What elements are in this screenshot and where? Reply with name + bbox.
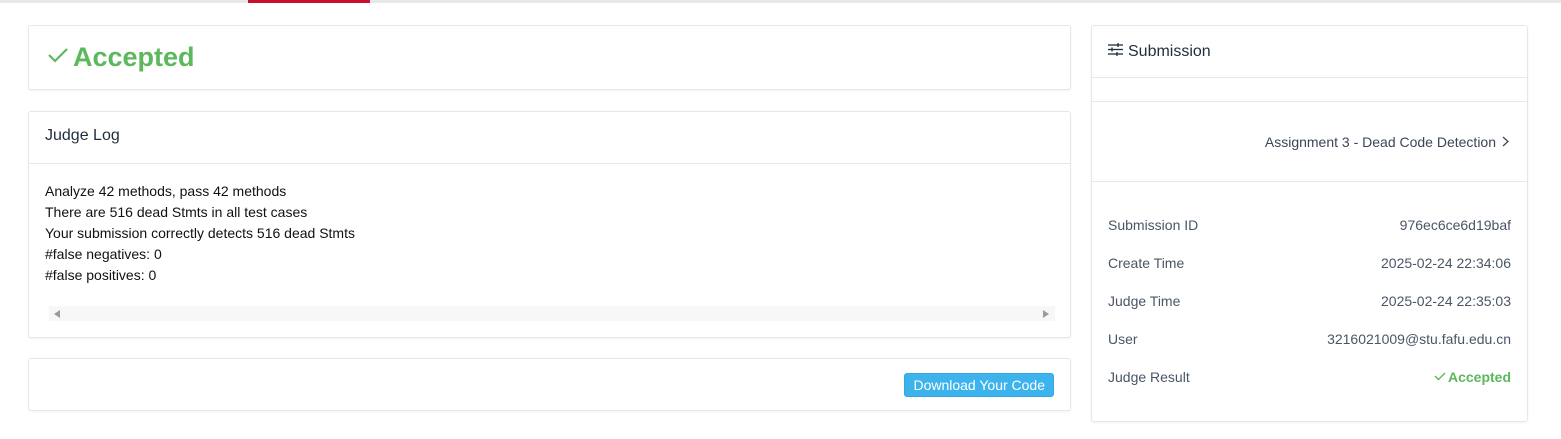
info-label: Create Time [1108, 255, 1185, 271]
judge-result-value: Accepted [1434, 369, 1511, 385]
log-line: Your submission correctly detects 516 de… [45, 225, 355, 241]
submission-info-list: Submission ID 976ec6ce6d19baf Create Tim… [1092, 182, 1527, 396]
judge-log-content: Analyze 42 methods, pass 42 methods Ther… [45, 181, 355, 286]
check-icon [1434, 369, 1448, 385]
submission-card: Submission Assignment 3 - Dead Code Dete… [1091, 25, 1528, 422]
info-row-judge-result: Judge Result Accepted [1092, 358, 1527, 396]
horizontal-scrollbar[interactable] [49, 306, 1055, 321]
judge-time-value: 2025-02-24 22:35:03 [1381, 293, 1511, 309]
chevron-right-icon [1496, 134, 1509, 150]
status-card: Accepted [28, 25, 1071, 90]
info-row-judge-time: Judge Time 2025-02-24 22:35:03 [1092, 282, 1527, 320]
create-time-value: 2025-02-24 22:34:06 [1381, 255, 1511, 271]
judge-log-card: Judge Log Analyze 42 methods, pass 42 me… [28, 111, 1071, 338]
status-label: Accepted [73, 42, 195, 72]
download-code-button[interactable]: Download Your Code [904, 373, 1054, 397]
info-label: Submission ID [1108, 217, 1199, 233]
scroll-right-icon[interactable] [1043, 310, 1049, 318]
user-value: 3216021009@stu.fafu.edu.cn [1327, 331, 1511, 347]
assignment-name[interactable]: Assignment 3 - Dead Code Detection [1265, 134, 1496, 150]
judge-result-label: Accepted [1447, 369, 1511, 385]
check-icon [47, 42, 73, 73]
info-label: Judge Time [1108, 293, 1181, 309]
submission-header: Submission [1092, 26, 1527, 78]
info-row-user: User 3216021009@stu.fafu.edu.cn [1092, 320, 1527, 358]
submission-title: Submission [1128, 42, 1211, 60]
log-line: Analyze 42 methods, pass 42 methods [45, 183, 287, 199]
log-line: #false negatives: 0 [45, 246, 162, 262]
download-card: Download Your Code [28, 358, 1071, 411]
log-line: #false positives: 0 [45, 267, 157, 283]
info-label: Judge Result [1108, 369, 1190, 385]
sliders-icon [1108, 42, 1128, 61]
top-divider [0, 0, 1561, 3]
active-tab-indicator [248, 0, 370, 3]
status-title: Accepted [47, 42, 195, 73]
info-row-create-time: Create Time 2025-02-24 22:34:06 [1092, 244, 1527, 282]
judge-log-title: Judge Log [29, 112, 1070, 164]
log-line: There are 516 dead Stmts in all test cas… [45, 204, 308, 220]
submission-id-value: 976ec6ce6d19baf [1399, 217, 1511, 233]
submission-spacer [1092, 78, 1527, 102]
info-row-submission-id: Submission ID 976ec6ce6d19baf [1092, 206, 1527, 244]
info-label: User [1108, 331, 1138, 347]
assignment-link[interactable]: Assignment 3 - Dead Code Detection [1092, 102, 1527, 182]
scroll-left-icon[interactable] [54, 310, 60, 318]
